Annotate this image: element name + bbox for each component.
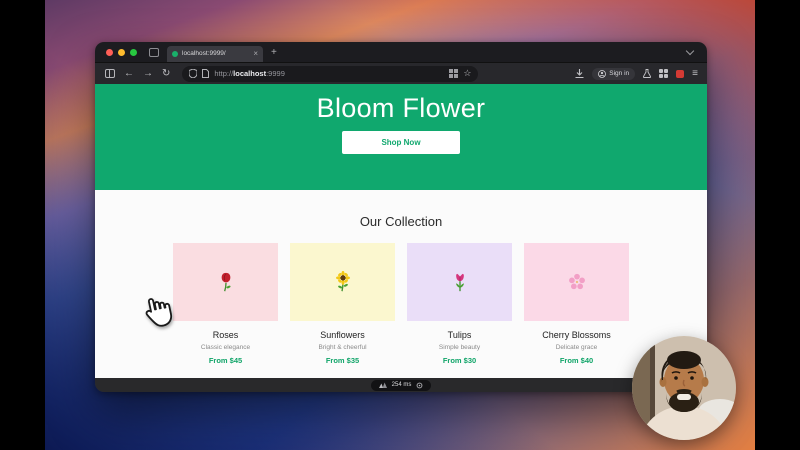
product-name: Cherry Blossoms [524,330,629,340]
tab-close-icon[interactable]: × [253,50,258,58]
product-card-tulips[interactable]: Tulips Simple beauty From $30 [407,243,512,365]
browser-window: localhost:9999/ × + ← → ↻ [95,42,707,392]
sunflower-icon [333,271,353,293]
collection-section: Our Collection Roses [95,190,707,365]
recorder-pill[interactable]: 254 ms [371,380,432,391]
url-text[interactable]: http://localhost:9999 [214,69,444,78]
sidebar-toggle-icon[interactable] [105,69,115,78]
site-favicon-icon [172,51,178,57]
shortcuts-grid-icon[interactable] [449,69,458,78]
rose-icon [216,271,236,293]
product-card-sunflowers[interactable]: Sunflowers Bright & cheerful From $35 [290,243,395,365]
product-name: Sunflowers [290,330,395,340]
page-title: Bloom Flower [95,84,707,124]
hero-banner: Bloom Flower Shop Now [95,84,707,190]
extensions-grid-icon[interactable] [659,69,668,78]
cherry-blossoms-thumbnail [524,243,629,321]
product-price: From $30 [407,356,512,365]
product-name: Roses [173,330,278,340]
page-info-icon[interactable] [202,69,209,78]
minimize-window-button[interactable] [118,49,125,56]
webcam-person [632,336,736,440]
tab-bar: localhost:9999/ × + [95,42,707,62]
active-tab[interactable]: localhost:9999/ × [167,46,263,62]
metrics-icon [379,382,387,388]
back-button[interactable]: ← [124,69,134,79]
product-price: From $40 [524,356,629,365]
page-content: Bloom Flower Shop Now Our Collection [95,84,707,378]
roses-thumbnail [173,243,278,321]
product-subtitle: Bright & cheerful [290,344,395,351]
url-host: localhost [233,69,266,78]
webcam-overlay[interactable] [632,336,736,440]
tracking-shield-icon[interactable] [189,69,197,78]
account-person-icon [598,70,606,78]
collection-heading: Our Collection [95,190,707,229]
downloads-icon[interactable] [575,69,584,78]
product-subtitle: Delicate grace [524,344,629,351]
recorder-toolbar: 254 ms [95,378,707,392]
menu-hamburger-icon[interactable]: ≡ [692,68,698,79]
list-tabs-chevron-icon[interactable] [686,46,694,54]
zoom-window-button[interactable] [130,49,137,56]
bookmark-star-icon[interactable]: ☆ [463,69,471,78]
extension-flask-icon[interactable] [643,69,651,78]
product-price: From $35 [290,356,395,365]
firefox-view-icon[interactable] [149,48,159,57]
latency-value: 254 ms [392,382,412,388]
gear-icon[interactable] [416,382,423,389]
signin-label: Sign in [609,70,629,77]
hand-pointer-cursor [140,295,174,331]
tab-title: localhost:9999/ [182,50,249,57]
recorder-extension-icon[interactable] [676,70,684,78]
new-tab-button[interactable]: + [271,47,277,58]
sunflowers-thumbnail [290,243,395,321]
toolbar-right-icons: Sign in ≡ [575,68,698,80]
window-controls [106,49,137,56]
product-name: Tulips [407,330,512,340]
reload-button[interactable]: ↻ [162,69,170,79]
url-port: :9999 [266,69,285,78]
product-subtitle: Simple beauty [407,344,512,351]
forward-button[interactable]: → [143,69,153,79]
close-window-button[interactable] [106,49,113,56]
product-card-cherry-blossoms[interactable]: Cherry Blossoms Delicate grace From $40 [524,243,629,365]
tulip-icon [450,271,470,293]
address-bar[interactable]: http://localhost:9999 ☆ [182,66,478,82]
tulips-thumbnail [407,243,512,321]
product-card-roses[interactable]: Roses Classic elegance From $45 [173,243,278,365]
macos-desktop-wallpaper: localhost:9999/ × + ← → ↻ [45,0,755,450]
video-frame: localhost:9999/ × + ← → ↻ [0,0,800,450]
account-signin-button[interactable]: Sign in [592,68,635,80]
cherry-blossom-icon [567,272,587,292]
product-subtitle: Classic elegance [173,344,278,351]
navigation-toolbar: ← → ↻ http://localhost:9999 ☆ [95,62,707,84]
product-cards: Roses Classic elegance From $45 [95,243,707,365]
url-scheme: http:// [214,69,233,78]
shop-now-button[interactable]: Shop Now [342,131,460,154]
product-price: From $45 [173,356,278,365]
